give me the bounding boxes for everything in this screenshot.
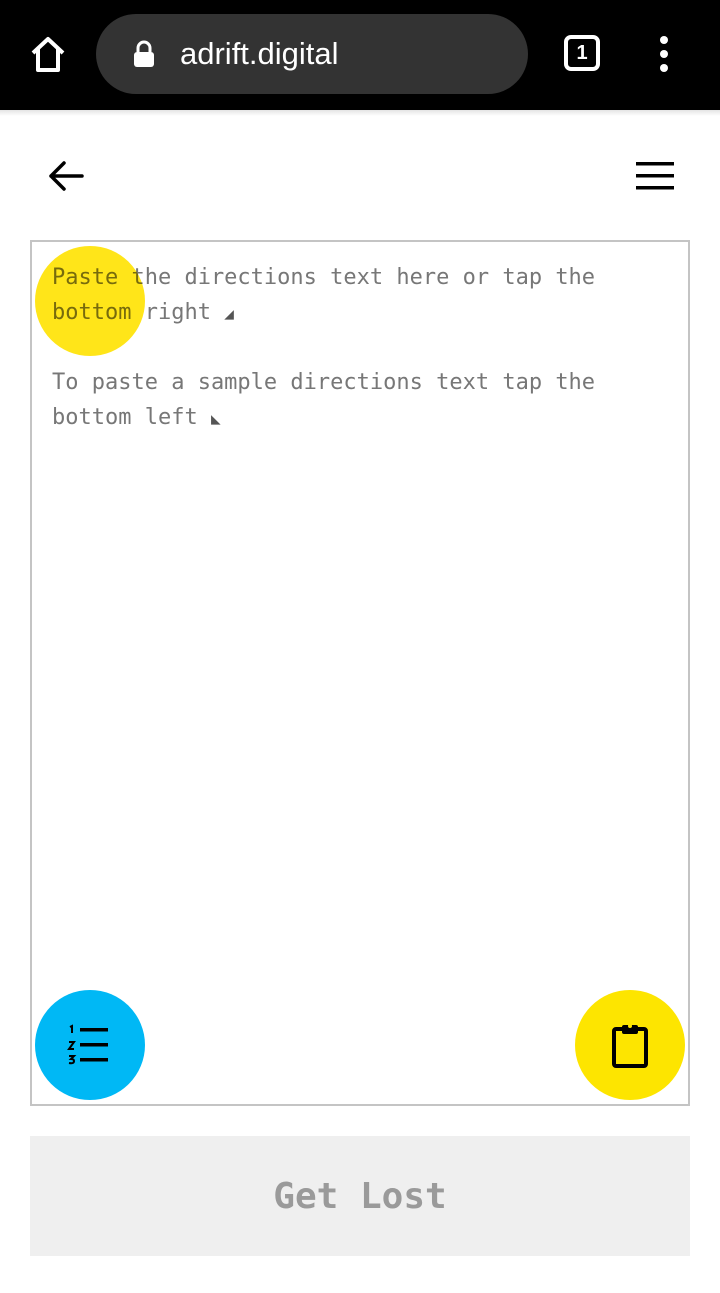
numbered-list-icon: [67, 1024, 108, 1065]
hamburger-menu-icon[interactable]: [634, 156, 676, 196]
arrow-left-icon[interactable]: [44, 154, 88, 198]
url-text: adrift.digital: [180, 36, 339, 71]
paste-clipboard-button[interactable]: [575, 990, 685, 1100]
tabs-icon[interactable]: 1: [564, 35, 600, 71]
clipboard-icon: [612, 1024, 648, 1068]
lock-icon: [134, 40, 154, 67]
toolbar-shadow: [0, 110, 720, 116]
paste-sample-button[interactable]: [35, 990, 145, 1100]
home-icon[interactable]: [28, 34, 68, 74]
address-bar[interactable]: adrift.digital: [96, 14, 528, 94]
browser-toolbar: adrift.digital 1: [0, 0, 720, 110]
sample-hint-text: To paste a sample directions text tap th…: [52, 370, 609, 430]
more-vert-icon[interactable]: [648, 34, 680, 74]
bottom-right-marker: ◢: [224, 304, 234, 323]
directions-textarea[interactable]: Paste the directions text here or tap th…: [30, 240, 690, 1106]
tap-highlight-circle: [35, 246, 145, 356]
bottom-left-marker: ◣: [210, 409, 221, 428]
get-lost-button[interactable]: Get Lost: [30, 1136, 690, 1256]
sample-hint: To paste a sample directions text tap th…: [52, 365, 652, 436]
